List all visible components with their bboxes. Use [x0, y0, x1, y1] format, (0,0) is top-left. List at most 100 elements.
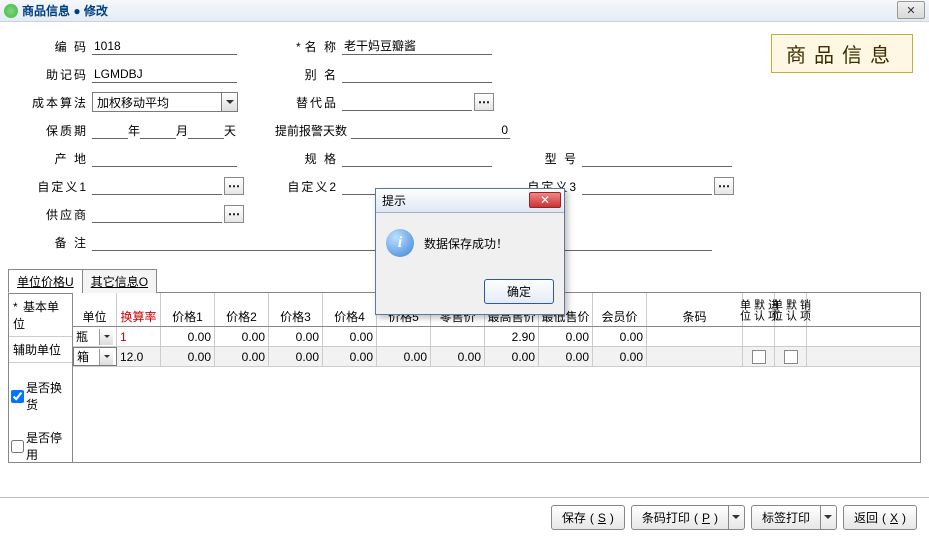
combo-cost-value: 加权移动平均	[93, 94, 221, 111]
cell-p4[interactable]: 0.00	[323, 347, 377, 366]
label-disable: 是否停用	[26, 429, 70, 463]
input-shelf-year[interactable]	[92, 121, 128, 139]
cell-rate[interactable]: 1	[117, 327, 161, 346]
window-title: 商品信息 ● 修改	[22, 2, 108, 19]
col-rate: 换算率	[117, 293, 161, 326]
input-name[interactable]	[342, 37, 492, 55]
cell-max[interactable]: 0.00	[485, 347, 539, 366]
input-mnemonic[interactable]	[92, 65, 237, 83]
cell-unit[interactable]: 瓶	[73, 327, 117, 346]
input-spec[interactable]	[342, 149, 492, 167]
dialog-message: 数据保存成功！	[424, 235, 508, 252]
label-code: 编 码	[20, 38, 92, 55]
back-button[interactable]: 返回(X)	[843, 505, 917, 530]
dialog-title: 提示	[382, 192, 406, 209]
cell-p4[interactable]: 0.00	[323, 327, 377, 346]
label-model: 型 号	[510, 150, 582, 167]
cell-unit[interactable]: 箱	[73, 347, 117, 366]
label-subst: 替代品	[270, 94, 342, 111]
cell-p5[interactable]	[377, 327, 431, 346]
label-print-button[interactable]: 标签打印	[751, 505, 837, 530]
cell-out[interactable]	[775, 327, 807, 346]
label-name: 名 称	[270, 38, 342, 55]
input-origin[interactable]	[92, 149, 237, 167]
dialog-titlebar: 提示 ✕	[376, 189, 564, 213]
cell-in[interactable]	[743, 327, 775, 346]
cell-in[interactable]	[743, 347, 775, 366]
page-badge: 商品信息	[771, 34, 913, 73]
save-button[interactable]: 保存(S)	[551, 505, 625, 530]
label-cost: 成本算法	[20, 94, 92, 111]
ellipsis-cust3-button[interactable]: ⋯	[714, 177, 734, 195]
input-code[interactable]	[92, 37, 237, 55]
col-p1: 价格1	[161, 293, 215, 326]
label-day: 天	[224, 122, 236, 139]
cell-p1[interactable]: 0.00	[161, 347, 215, 366]
label-shelf: 保质期	[20, 122, 92, 139]
ellipsis-supplier-button[interactable]: ⋯	[224, 205, 244, 223]
cell-min[interactable]: 0.00	[539, 327, 593, 346]
barcode-print-button[interactable]: 条码打印(P)	[631, 505, 745, 530]
input-shelf-day[interactable]	[188, 121, 224, 139]
input-cust3[interactable]	[582, 177, 712, 195]
input-shelf-month[interactable]	[140, 121, 176, 139]
cell-retail[interactable]	[431, 327, 485, 346]
footer: 保存(S) 条码打印(P) 标签打印 返回(X)	[0, 497, 929, 537]
label-spec: 规 格	[270, 150, 342, 167]
cell-barcode[interactable]	[647, 327, 743, 346]
cell-p3[interactable]: 0.00	[269, 327, 323, 346]
cell-rate[interactable]: 12.0	[117, 347, 161, 366]
cell-p2[interactable]: 0.00	[215, 347, 269, 366]
dialog-ok-button[interactable]: 确定	[484, 279, 554, 304]
grid-row-labels: 基本单位 辅助单位 是否换货 是否停用	[9, 293, 73, 462]
input-alias[interactable]	[342, 65, 492, 83]
cell-barcode[interactable]	[647, 347, 743, 366]
label-origin: 产 地	[20, 150, 92, 167]
chevron-down-icon[interactable]	[99, 349, 113, 365]
cell-p2[interactable]: 0.00	[215, 327, 269, 346]
ellipsis-cust1-button[interactable]: ⋯	[224, 177, 244, 195]
label-month: 月	[176, 122, 188, 139]
cell-p3[interactable]: 0.00	[269, 347, 323, 366]
chevron-down-icon[interactable]	[729, 505, 745, 530]
grid: 基本单位 辅助单位 是否换货 是否停用 单位 换算率 价格1 价格2 价格3 价…	[8, 293, 921, 463]
cell-out[interactable]	[775, 347, 807, 366]
col-unit: 单位	[73, 293, 117, 326]
col-p4: 价格4	[323, 293, 377, 326]
cell-p5[interactable]: 0.00	[377, 347, 431, 366]
label-remark: 备 注	[20, 234, 92, 251]
input-subst[interactable]	[342, 93, 472, 111]
col-barcode: 条码	[647, 293, 743, 326]
cell-vip[interactable]: 0.00	[593, 327, 647, 346]
cell-max[interactable]: 2.90	[485, 327, 539, 346]
tab-other-info[interactable]: 其它信息O	[82, 269, 157, 293]
chevron-down-icon[interactable]	[99, 329, 113, 345]
app-icon	[4, 4, 18, 18]
row-label-basic: 基本单位	[9, 294, 72, 337]
window-close-button[interactable]: ✕	[897, 1, 925, 19]
input-model[interactable]	[582, 149, 732, 167]
titlebar: 商品信息 ● 修改 ✕	[0, 0, 929, 22]
col-out-unit: 销项默认单位	[775, 293, 807, 326]
tab-unit-price[interactable]: 单位价格U	[8, 269, 83, 293]
checkbox-disable[interactable]	[11, 440, 24, 453]
cell-min[interactable]: 0.00	[539, 347, 593, 366]
label-cust1: 自定义1	[20, 178, 92, 195]
cell-retail[interactable]: 0.00	[431, 347, 485, 366]
label-warn: 提前报警天数	[270, 122, 351, 139]
col-vip: 会员价	[593, 293, 647, 326]
label-exchange: 是否换货	[26, 379, 70, 413]
input-supplier[interactable]	[92, 205, 222, 223]
chevron-down-icon[interactable]	[821, 505, 837, 530]
input-warn[interactable]	[351, 121, 510, 139]
input-cust1[interactable]	[92, 177, 222, 195]
cell-p1[interactable]: 0.00	[161, 327, 215, 346]
checkbox-exchange[interactable]	[11, 390, 24, 403]
cell-vip[interactable]: 0.00	[593, 347, 647, 366]
ellipsis-subst-button[interactable]: ⋯	[474, 93, 494, 111]
dialog-close-button[interactable]: ✕	[529, 192, 561, 208]
chevron-down-icon[interactable]	[221, 93, 237, 111]
col-p2: 价格2	[215, 293, 269, 326]
combo-cost[interactable]: 加权移动平均	[92, 92, 238, 112]
label-cust2: 自定义2	[270, 178, 342, 195]
